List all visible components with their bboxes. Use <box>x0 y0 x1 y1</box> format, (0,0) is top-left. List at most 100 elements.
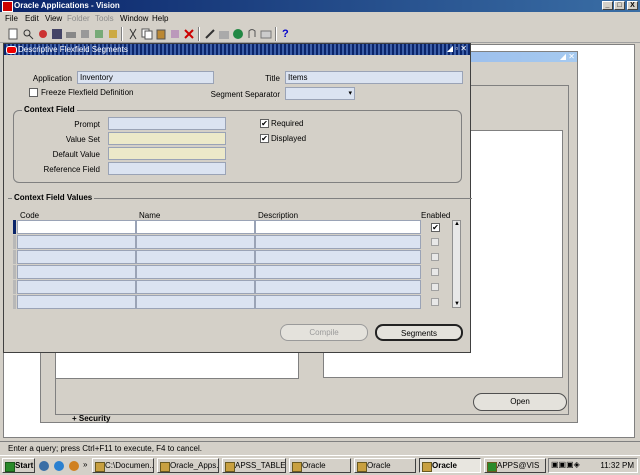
task-apps-vis[interactable]: APPS@VIS <box>484 458 546 473</box>
title-label: Title <box>265 74 280 83</box>
description-cell[interactable] <box>255 220 421 234</box>
menu-view[interactable]: View <box>45 14 62 23</box>
code-cell[interactable] <box>17 220 136 234</box>
task-oracle-applic-1[interactable]: Oracle Applic... <box>289 458 351 473</box>
menu-help[interactable]: Help <box>152 14 168 23</box>
segment-separator-select[interactable]: ▾ <box>285 87 355 100</box>
prompt-field[interactable] <box>108 117 226 130</box>
name-cell[interactable] <box>136 220 255 234</box>
find-icon[interactable] <box>22 28 34 40</box>
start-label: Start <box>15 461 34 470</box>
save-icon[interactable] <box>51 28 63 40</box>
close-button[interactable]: X <box>627 1 638 10</box>
start-button[interactable]: Start <box>2 458 35 473</box>
quick-launch-explorer-icon[interactable] <box>38 460 50 472</box>
reference-field-label: Reference Field <box>43 165 100 174</box>
description-cell[interactable] <box>255 265 421 279</box>
enabled-checkbox[interactable] <box>431 268 439 276</box>
row-indicator[interactable] <box>13 220 16 234</box>
application-label: Application <box>32 74 72 83</box>
task-oracle-applic-2[interactable]: Oracle Applic... <box>354 458 416 473</box>
task-oracle-apps[interactable]: Oracle_Apps... <box>157 458 219 473</box>
edit-field-icon[interactable] <box>204 28 216 40</box>
windows-logo-icon <box>5 462 15 472</box>
enabled-checkbox[interactable] <box>431 298 439 306</box>
dialog-window-controls-icon[interactable]: ◢ ▫ ✕ <box>447 44 467 53</box>
navigator-window-controls-icon[interactable]: ◢ ✕ <box>560 52 575 61</box>
name-cell[interactable] <box>136 295 255 309</box>
print-icon[interactable] <box>65 28 77 40</box>
application-field[interactable]: Inventory <box>77 71 214 84</box>
quick-launch-ie-icon[interactable] <box>53 460 65 472</box>
security-item[interactable]: + Security <box>72 414 110 423</box>
task-label: APPS@VIS <box>497 461 540 470</box>
default-value-field[interactable] <box>108 147 226 160</box>
menu-file[interactable]: File <box>5 14 18 23</box>
new-icon[interactable] <box>7 28 19 40</box>
code-cell[interactable] <box>17 295 136 309</box>
clear-record-icon[interactable] <box>169 28 181 40</box>
translations-icon[interactable] <box>232 28 244 40</box>
displayed-checkbox[interactable]: ✔ <box>260 134 269 143</box>
table-scrollbar[interactable]: ▲ ▼ <box>452 220 461 308</box>
required-checkbox[interactable]: ✔ <box>260 119 269 128</box>
maximize-button[interactable]: □ <box>614 1 625 10</box>
reference-field[interactable] <box>108 162 226 175</box>
code-cell[interactable] <box>17 265 136 279</box>
app-title-bar: Oracle Applications - Vision _ □ X <box>0 0 640 12</box>
description-cell[interactable] <box>255 280 421 294</box>
close-form-icon[interactable] <box>79 28 91 40</box>
navigator-icon[interactable] <box>37 28 49 40</box>
tray-icons[interactable]: ▣▣▣◈ <box>551 460 580 469</box>
name-cell[interactable] <box>136 250 255 264</box>
freeze-checkbox[interactable] <box>29 88 38 97</box>
scroll-up-icon[interactable]: ▲ <box>454 221 460 227</box>
scroll-down-icon[interactable]: ▼ <box>454 301 460 307</box>
title-field[interactable]: Items <box>285 71 463 84</box>
prompt-label: Prompt <box>74 120 100 129</box>
segments-button[interactable]: Segments <box>375 324 463 341</box>
folder-icon[interactable] <box>260 28 272 40</box>
code-cell[interactable] <box>17 280 136 294</box>
delete-record-icon[interactable] <box>183 28 195 40</box>
task-apss-table[interactable]: APSS_TABLE... <box>222 458 286 473</box>
attachments-icon[interactable] <box>246 28 258 40</box>
name-cell[interactable] <box>136 280 255 294</box>
compile-button[interactable]: Compile <box>280 324 368 341</box>
folder-tools-icon[interactable] <box>218 28 230 40</box>
row-indicator[interactable] <box>13 265 16 279</box>
quick-launch-overflow-icon[interactable]: » <box>83 460 87 469</box>
name-cell[interactable] <box>136 265 255 279</box>
name-cell[interactable] <box>136 235 255 249</box>
enabled-checkbox[interactable] <box>431 238 439 246</box>
menu-edit[interactable]: Edit <box>25 14 39 23</box>
row-indicator[interactable] <box>13 280 16 294</box>
menu-folder[interactable]: Folder <box>67 14 90 23</box>
paste-icon[interactable] <box>155 28 167 40</box>
enabled-checkbox[interactable]: ✔ <box>431 223 440 232</box>
minimize-button[interactable]: _ <box>602 1 613 10</box>
code-cell[interactable] <box>17 235 136 249</box>
row-indicator[interactable] <box>13 250 16 264</box>
task-label: Oracle_Apps... <box>170 461 219 470</box>
quick-launch-media-icon[interactable] <box>68 460 80 472</box>
description-cell[interactable] <box>255 235 421 249</box>
code-cell[interactable] <box>17 250 136 264</box>
enabled-checkbox[interactable] <box>431 253 439 261</box>
menu-tools[interactable]: Tools <box>95 14 114 23</box>
refresh-icon[interactable] <box>93 28 105 40</box>
copy-icon[interactable] <box>141 28 153 40</box>
value-set-field[interactable] <box>108 132 226 145</box>
row-indicator[interactable] <box>13 295 16 309</box>
cut-icon[interactable] <box>127 28 139 40</box>
menu-window[interactable]: Window <box>120 14 148 23</box>
zoom-icon[interactable] <box>107 28 119 40</box>
task-explorer[interactable]: C:\Documen... <box>92 458 154 473</box>
help-icon[interactable]: ? <box>282 28 289 40</box>
enabled-checkbox[interactable] <box>431 283 439 291</box>
task-oracle-appl-active[interactable]: Oracle Appl... <box>419 458 481 473</box>
open-button[interactable]: Open <box>473 393 567 411</box>
description-cell[interactable] <box>255 295 421 309</box>
description-cell[interactable] <box>255 250 421 264</box>
row-indicator[interactable] <box>13 235 16 249</box>
